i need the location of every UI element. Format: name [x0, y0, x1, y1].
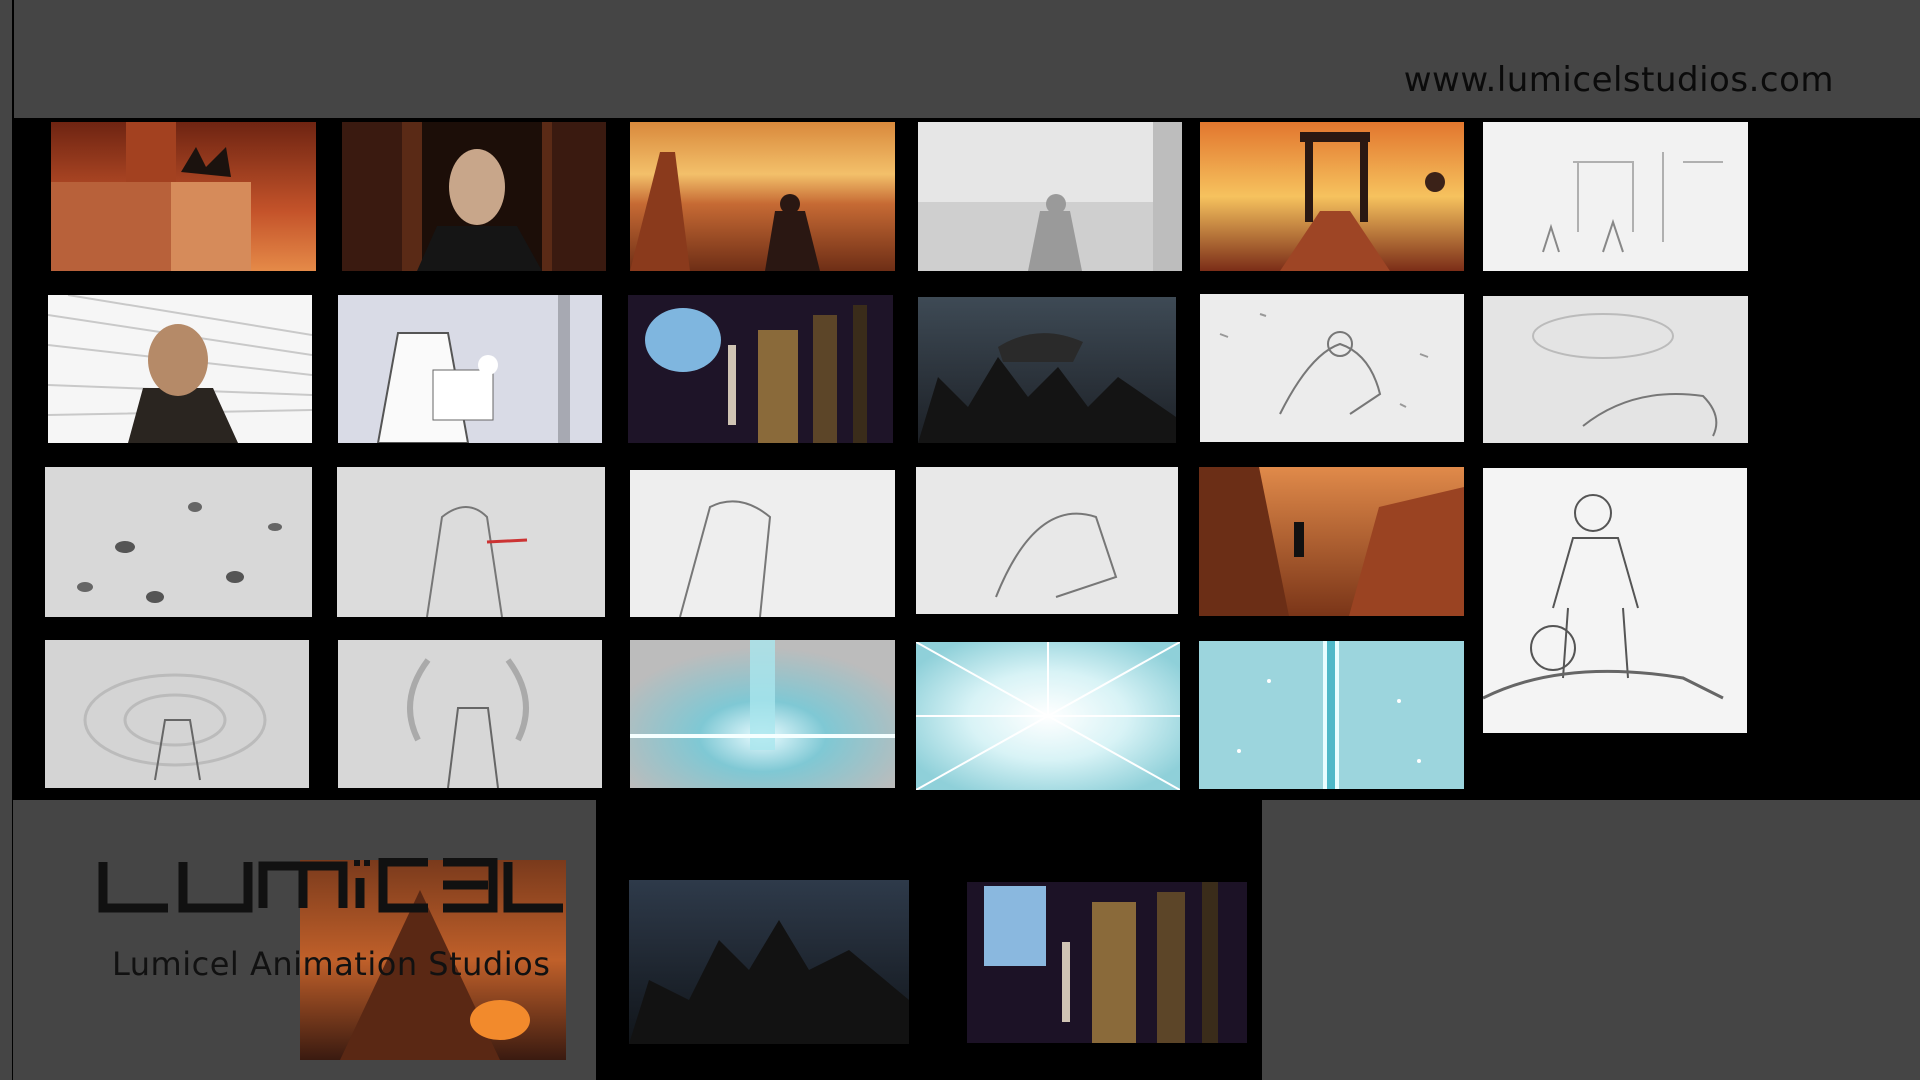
storyboard-frame[interactable] [629, 880, 909, 1044]
storyboard-frame[interactable] [1483, 122, 1748, 271]
storyboard-frame[interactable] [45, 640, 309, 788]
storyboard-frame[interactable] [630, 470, 895, 617]
lumicel-logo [98, 858, 563, 913]
empty-panel [1262, 800, 1920, 1080]
storyboard-frame[interactable] [51, 122, 316, 271]
storyboard-frame[interactable] [918, 122, 1182, 271]
storyboard-frame[interactable] [630, 640, 895, 788]
storyboard-frame[interactable] [338, 640, 602, 788]
storyboard-frame[interactable] [337, 467, 605, 617]
storyboard-frame[interactable] [45, 467, 312, 617]
storyboard-frame[interactable] [916, 642, 1180, 790]
studio-name: Lumicel Animation Studios [112, 945, 551, 983]
storyboard-frame[interactable] [1199, 641, 1464, 789]
storyboard-frame[interactable] [916, 467, 1178, 614]
storyboard-frame[interactable] [967, 882, 1247, 1043]
left-border [0, 0, 12, 1080]
storyboard-frame[interactable] [1200, 122, 1464, 271]
storyboard-frame[interactable] [1483, 296, 1748, 443]
storyboard-frame[interactable] [342, 122, 606, 271]
header-band [13, 0, 1920, 118]
storyboard-frame[interactable] [628, 295, 893, 443]
storyboard-frame[interactable] [338, 295, 602, 443]
website-url[interactable]: www.lumicelstudios.com [1404, 60, 1834, 100]
storyboard-frame[interactable] [1483, 468, 1747, 733]
storyboard-frame[interactable] [1200, 294, 1464, 442]
storyboard-frame[interactable] [630, 122, 895, 271]
storyboard-frame[interactable] [1199, 467, 1464, 616]
storyboard-frame[interactable] [48, 295, 312, 443]
storyboard-frame[interactable] [918, 297, 1176, 443]
